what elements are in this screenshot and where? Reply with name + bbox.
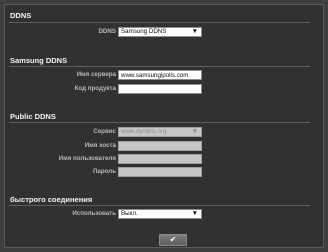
ddns-label: DDNS [98,28,116,35]
ddns-select[interactable]: Samsung DDNS ▼ [118,27,202,37]
service-select[interactable]: www.dyndns.org ▼ [118,127,202,137]
chevron-down-icon: ▼ [191,28,198,35]
section-divider [9,205,310,206]
hostname-label: Имя хоста [84,142,116,149]
apply-button[interactable]: ✔ [159,234,187,246]
quick-connect-select-value: Выкл. [121,210,138,217]
chevron-down-icon: ▼ [191,210,198,217]
section-title-samsung-ddns: Samsung DDNS [10,56,68,65]
section-divider [9,22,310,23]
quick-connect-select[interactable]: Выкл. ▼ [118,209,202,219]
section-divider [9,66,310,67]
hostname-input[interactable] [118,141,202,151]
server-name-input[interactable] [118,70,202,80]
password-input[interactable] [118,167,202,177]
checkmark-icon: ✔ [169,235,177,244]
section-title-public-ddns: Public DDNS [10,112,56,121]
username-label: Имя пользователя [58,155,116,162]
product-code-label: Код продукта [74,85,116,92]
chevron-down-icon: ▼ [191,128,198,135]
service-label: Сервис [93,128,116,135]
password-label: Пароль [92,168,116,175]
section-title-ddns: DDNS [10,11,32,20]
service-select-value: www.dyndns.org [121,128,167,135]
ddns-select-value: Samsung DDNS [121,28,167,35]
server-name-label: Имя сервера [76,71,116,78]
section-divider [9,122,310,123]
username-input[interactable] [118,154,202,164]
quick-connect-use-label: Использовать [72,210,116,217]
section-title-quick-connect: быстрого соединения [10,195,93,204]
product-code-input[interactable] [118,84,202,94]
